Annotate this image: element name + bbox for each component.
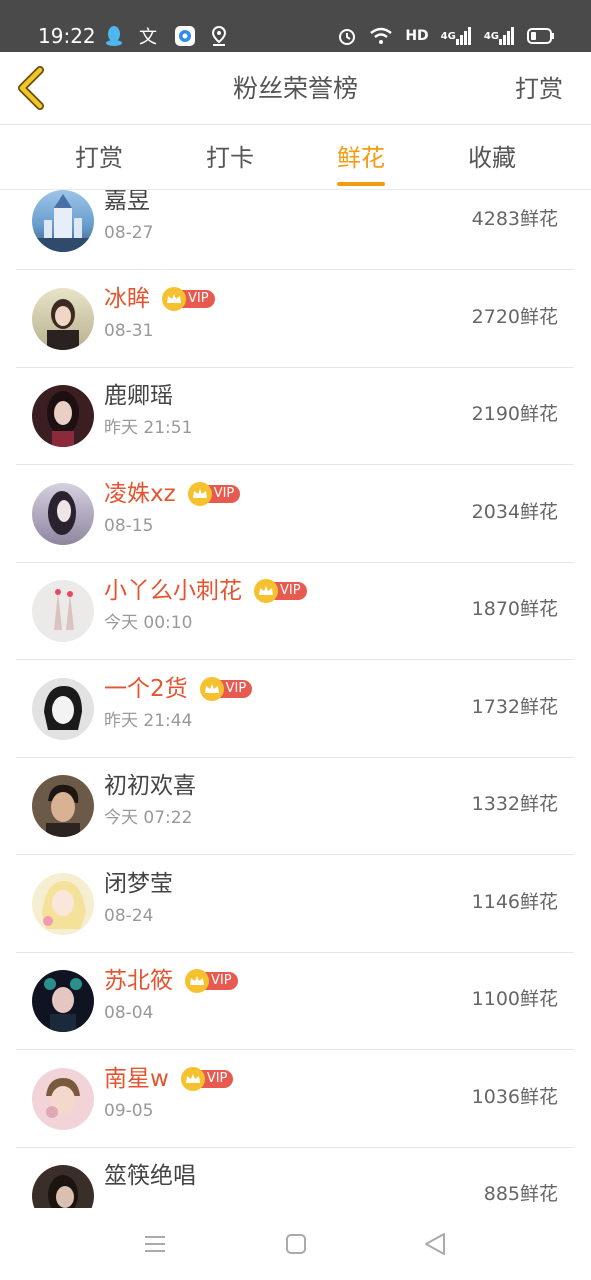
vip-badge: VIP <box>185 969 238 993</box>
list-item[interactable]: 凌姝xz VIP 08-15 2034鲜花 <box>16 465 574 563</box>
avatar <box>32 288 94 350</box>
menu-icon[interactable] <box>141 1230 169 1258</box>
user-name: 南星w VIP <box>104 1064 234 1094</box>
qq-icon <box>104 25 124 47</box>
user-name: 一个2货 VIP <box>104 674 253 704</box>
signal-icon-2: 4G <box>484 27 515 45</box>
user-name: 嘉昱 <box>104 190 150 214</box>
wifi-icon <box>369 26 393 46</box>
crown-icon <box>254 579 278 603</box>
list-item[interactable]: 一个2货 VIP 昨天 21:44 1732鲜花 <box>16 660 574 758</box>
avatar <box>32 483 94 545</box>
tab-flowers[interactable]: 鲜花 <box>337 143 385 173</box>
user-time: 昨天 21:51 <box>104 418 193 438</box>
avatar <box>32 190 94 252</box>
crown-icon <box>185 969 209 993</box>
user-time: 08-15 <box>104 516 154 536</box>
user-name: 筮筷绝唱 <box>104 1163 196 1189</box>
list-item[interactable]: 嘉昱 08-27 4283鲜花 <box>16 190 574 270</box>
flower-count: 1146鲜花 <box>471 891 558 913</box>
tab-bar: 打赏 打卡 鲜花 收藏 <box>0 125 591 190</box>
flower-count: 2034鲜花 <box>471 501 558 523</box>
user-time: 昨天 21:44 <box>104 711 193 731</box>
vip-badge: VIP <box>187 482 241 506</box>
vip-badge: VIP <box>199 677 253 701</box>
user-time: 08-24 <box>104 906 154 926</box>
avatar <box>32 385 94 447</box>
flower-count: 1036鲜花 <box>471 1086 558 1108</box>
user-name: 闭梦莹 <box>104 871 173 897</box>
user-time: 09-05 <box>104 1101 154 1121</box>
avatar <box>32 678 94 740</box>
list-item[interactable]: 筮筷绝唱 885鲜花 <box>16 1147 574 1208</box>
reward-button[interactable]: 打赏 <box>515 74 563 104</box>
avatar <box>32 775 94 837</box>
list-item[interactable]: 小丫么小刺花 VIP 今天 00:10 1870鲜花 <box>16 562 574 660</box>
alarm-icon <box>337 26 357 46</box>
tab-reward[interactable]: 打赏 <box>75 143 123 173</box>
avatar <box>32 970 94 1032</box>
ranking-list: 嘉昱 08-27 4283鲜花 冰眸 VIP 08-31 2720鲜花 鹿卿瑶 … <box>0 190 591 1208</box>
crown-icon <box>180 1067 205 1091</box>
list-item[interactable]: 初初欢喜 今天 07:22 1332鲜花 <box>16 757 574 855</box>
user-time: 今天 00:10 <box>104 613 193 633</box>
signal-icon: 4G <box>441 27 472 45</box>
browser-icon <box>174 25 196 47</box>
list-item[interactable]: 苏北筱 VIP 08-04 1100鲜花 <box>16 952 574 1050</box>
user-name: 小丫么小刺花 VIP <box>104 576 307 606</box>
user-name: 初初欢喜 <box>104 773 196 799</box>
flower-count: 2720鲜花 <box>471 306 558 328</box>
user-time: 08-27 <box>104 223 154 243</box>
active-tab-indicator <box>337 182 385 186</box>
user-name: 苏北筱 VIP <box>104 966 238 996</box>
user-name: 冰眸 VIP <box>104 284 215 314</box>
status-time: 19:22 <box>38 24 96 48</box>
flower-count: 2190鲜花 <box>471 403 558 425</box>
vip-badge: VIP <box>254 579 307 603</box>
flower-count: 1732鲜花 <box>471 696 558 718</box>
page-title: 粉丝荣誉榜 <box>232 74 358 103</box>
user-time: 今天 07:22 <box>104 808 193 828</box>
flower-count: 1100鲜花 <box>471 988 558 1010</box>
svg-text:文: 文 <box>139 27 157 47</box>
back-triangle-icon[interactable] <box>422 1230 450 1258</box>
vip-badge: VIP <box>162 287 215 311</box>
crown-icon <box>187 482 212 506</box>
avatar <box>32 873 94 935</box>
flower-count: 885鲜花 <box>483 1183 558 1205</box>
translate-icon: 文 <box>138 25 160 47</box>
vip-badge: VIP <box>180 1067 234 1091</box>
crown-icon <box>199 677 224 701</box>
location-icon <box>210 25 228 47</box>
user-time: 08-04 <box>104 1003 154 1023</box>
list-item[interactable]: 闭梦莹 08-24 1146鲜花 <box>16 855 574 953</box>
avatar <box>32 1165 94 1208</box>
battery-icon <box>527 28 555 44</box>
avatar <box>32 1068 94 1130</box>
list-item[interactable]: 冰眸 VIP 08-31 2720鲜花 <box>16 270 574 368</box>
system-nav-bar <box>0 1208 591 1280</box>
flower-count: 4283鲜花 <box>471 208 558 230</box>
status-bar: 19:22 文 HD 4G 4G <box>0 0 591 52</box>
flower-count: 1870鲜花 <box>471 598 558 620</box>
crown-icon <box>162 287 186 311</box>
user-time: 08-31 <box>104 321 154 341</box>
home-icon[interactable] <box>282 1230 310 1258</box>
tab-favorites[interactable]: 收藏 <box>468 143 516 173</box>
app-header: 粉丝荣誉榜 打赏 <box>0 52 591 125</box>
list-item[interactable]: 南星w VIP 09-05 1036鲜花 <box>16 1050 574 1148</box>
list-item[interactable]: 鹿卿瑶 昨天 21:51 2190鲜花 <box>16 367 574 465</box>
tab-checkin[interactable]: 打卡 <box>206 143 254 173</box>
flower-count: 1332鲜花 <box>471 793 558 815</box>
avatar <box>32 580 94 642</box>
user-name: 凌姝xz VIP <box>104 479 241 509</box>
network-label: HD <box>405 28 429 44</box>
user-name: 鹿卿瑶 <box>104 383 173 409</box>
